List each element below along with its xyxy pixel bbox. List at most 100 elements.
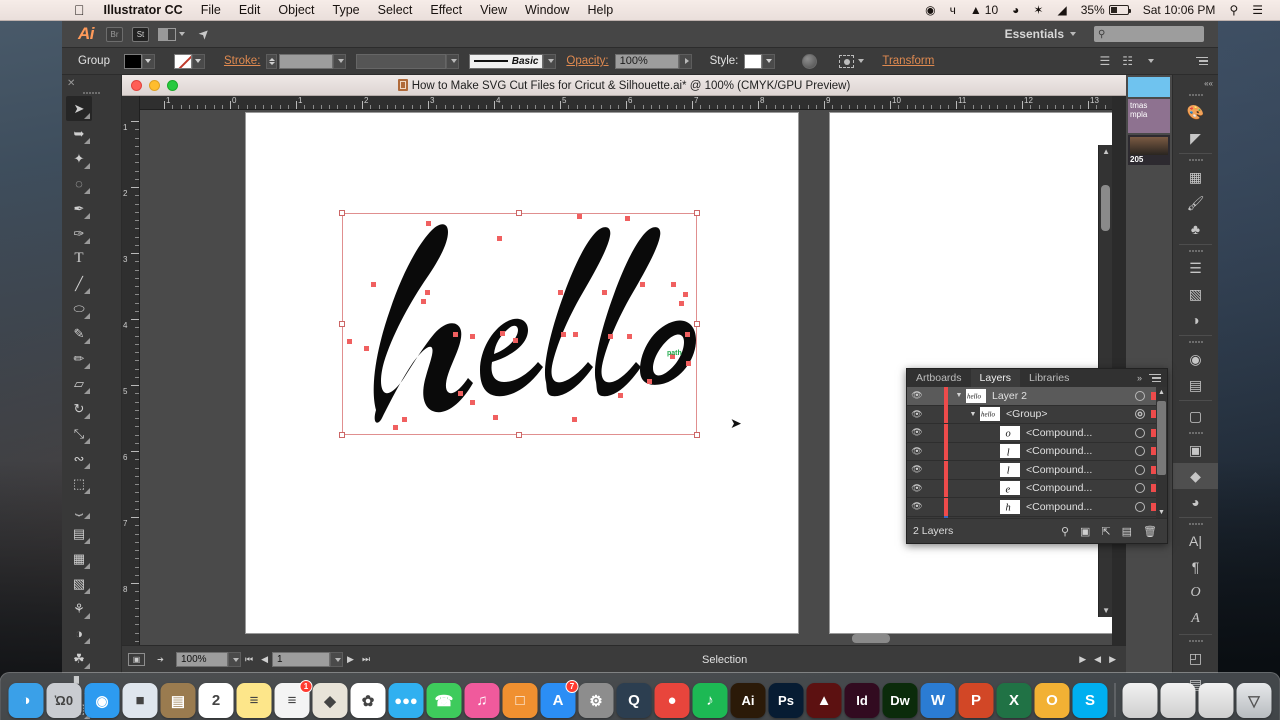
path-anchor-point[interactable] [347, 339, 352, 344]
path-anchor-point[interactable] [686, 361, 691, 366]
selection-handle-tl[interactable] [339, 210, 345, 216]
record-icon[interactable]: ◉ [918, 0, 942, 21]
menu-item-effect[interactable]: Effect [421, 0, 471, 21]
panel-menu-icon[interactable] [1149, 374, 1161, 383]
ellipse-tool[interactable]: ⬭ [66, 296, 92, 321]
path-anchor-point[interactable] [561, 332, 566, 337]
menu-item-help[interactable]: Help [578, 0, 622, 21]
menu-item-illustrator-cc[interactable]: Illustrator CC [95, 0, 192, 21]
path-anchor-point[interactable] [683, 292, 688, 297]
blend-tool[interactable]: ◑ [66, 621, 92, 646]
dock-item-dreamweaver[interactable]: Dw [883, 683, 918, 718]
locate-object-icon[interactable]: ⚲ [1061, 525, 1069, 538]
cpu-meter-icon[interactable]: ▲10 [963, 0, 1005, 21]
dock-item-photos-old[interactable]: ■ [123, 683, 158, 718]
selection-tool[interactable]: ➤ [66, 96, 92, 121]
stroke-profile-field[interactable] [356, 54, 446, 69]
path-anchor-point[interactable] [421, 299, 426, 304]
spotlight-search-icon[interactable]: ⚲ [1222, 0, 1245, 21]
artboard-navigation-icon[interactable]: ▣ [128, 653, 145, 666]
path-anchor-point[interactable] [572, 417, 577, 422]
path-anchor-point[interactable] [470, 334, 475, 339]
path-anchor-point[interactable] [608, 334, 613, 339]
appearance-panel-icon[interactable]: ◉ [1173, 346, 1218, 372]
lasso-tool[interactable]: ◌ [66, 171, 92, 196]
dock-item-maps[interactable]: ◆ [313, 683, 348, 718]
scroll-down-icon[interactable]: ▼ [1158, 509, 1165, 516]
layers-scrollbar[interactable]: ▲ ▼ [1156, 387, 1167, 518]
pathfinder-panel-icon[interactable]: ▢ [1173, 403, 1218, 429]
panel-grip[interactable] [1173, 338, 1218, 346]
zoom-level-field[interactable]: 100% [176, 652, 228, 667]
target-indicator-icon[interactable] [1135, 465, 1145, 475]
stroke-swatch[interactable] [174, 54, 192, 69]
visibility-toggle-icon[interactable]: 👁 [907, 427, 927, 438]
scroll-up-icon[interactable]: ▲ [1158, 389, 1165, 396]
last-artboard-button[interactable]: ⏭ [358, 654, 374, 665]
stock-button[interactable]: St [132, 27, 149, 42]
path-anchor-point[interactable] [625, 216, 630, 221]
path-anchor-point[interactable] [500, 331, 505, 336]
pen-tool[interactable]: ✒ [66, 196, 92, 221]
disclosure-triangle-icon[interactable]: ▼ [952, 392, 966, 399]
dock-item-quicktime[interactable]: Q [617, 683, 652, 718]
layers-panel-icon[interactable]: ◆ [1173, 463, 1218, 489]
graphic-style-control[interactable] [744, 54, 784, 69]
layers-list[interactable]: 👁 ▼ hello Layer 2 👁 ▼ hello <Group> [907, 387, 1167, 518]
glyphs-panel-icon[interactable]: A [1173, 606, 1218, 632]
panel-grip[interactable] [1173, 156, 1218, 164]
path-anchor-point[interactable] [671, 282, 676, 287]
path-anchor-point[interactable] [577, 214, 582, 219]
dropbox-icon[interactable]: ч [943, 0, 963, 21]
stroke-label[interactable]: Stroke: [224, 55, 266, 67]
scroll-down-icon[interactable]: ▼ [1102, 606, 1110, 615]
create-new-sublayer-icon[interactable]: ⇱ [1101, 525, 1110, 538]
fill-control[interactable] [124, 54, 164, 69]
shape-builder-tool[interactable]: ⏟ [66, 496, 92, 521]
layer-row-compound-4[interactable]: 👁 e <Compound... [907, 480, 1167, 499]
tab-layers[interactable]: Layers [971, 369, 1021, 387]
graphic-style-dropdown[interactable] [762, 54, 775, 69]
visibility-toggle-icon[interactable]: 👁 [907, 409, 927, 420]
layer-row-compound-5[interactable]: 👁 h <Compound... [907, 498, 1167, 517]
layer-row-group[interactable]: 👁 ▼ hello <Group> [907, 406, 1167, 425]
make-clipping-mask-icon[interactable]: ▣ [1080, 525, 1090, 538]
tab-libraries[interactable]: Libraries [1020, 369, 1078, 387]
vertical-scrollbar-thumb[interactable] [1101, 185, 1110, 231]
horizontal-scroll-left-icon[interactable]: ◀ [1090, 654, 1105, 665]
behance-publish-icon[interactable]: ➤ [195, 24, 214, 43]
layer-name-label[interactable]: <Compound... [1026, 501, 1135, 513]
visibility-toggle-icon[interactable]: 👁 [907, 483, 927, 494]
paintbrush-tool[interactable]: ✎ [66, 321, 92, 346]
expand-panel-icon[interactable]: » [1137, 373, 1142, 383]
document-setup-icon[interactable]: ☷ [1122, 54, 1133, 68]
opacity-flyout-button[interactable] [679, 54, 692, 69]
notification-center-icon[interactable]: ☰ [1245, 0, 1270, 21]
path-anchor-point[interactable] [558, 290, 563, 295]
brush-dropdown[interactable] [543, 54, 556, 69]
layer-name-label[interactable]: <Compound... [1026, 427, 1135, 439]
align-panel-icon[interactable]: ▣ [1173, 437, 1218, 463]
panel-grip[interactable] [1173, 91, 1218, 99]
dock-item-safari[interactable]: ◉ [85, 683, 120, 718]
menu-item-view[interactable]: View [471, 0, 516, 21]
fill-dropdown-button[interactable] [142, 54, 155, 69]
disclosure-triangle-icon[interactable]: ▼ [966, 411, 980, 418]
path-anchor-point[interactable] [513, 338, 518, 343]
select-similar-button[interactable] [839, 55, 864, 68]
type-tool[interactable]: T [66, 246, 92, 271]
path-anchor-point[interactable] [627, 334, 632, 339]
dock-item-system-preferences[interactable]: ⚙ [579, 683, 614, 718]
rotate-tool[interactable]: ↻ [66, 396, 92, 421]
fill-swatch[interactable] [124, 54, 142, 69]
collapse-panels-icon[interactable]: «« [1173, 75, 1218, 91]
path-anchor-point[interactable] [458, 391, 463, 396]
path-anchor-point[interactable] [402, 417, 407, 422]
path-anchor-point[interactable] [426, 221, 431, 226]
dock-minimized-window-3[interactable] [1199, 683, 1234, 718]
swatches-panel-icon[interactable]: ▦ [1173, 164, 1218, 190]
arrange-documents-button[interactable] [158, 28, 185, 41]
brush-preview[interactable]: Basic [469, 54, 543, 69]
opacity-control[interactable]: 100% [615, 54, 692, 69]
visibility-toggle-icon[interactable]: 👁 [907, 390, 927, 401]
